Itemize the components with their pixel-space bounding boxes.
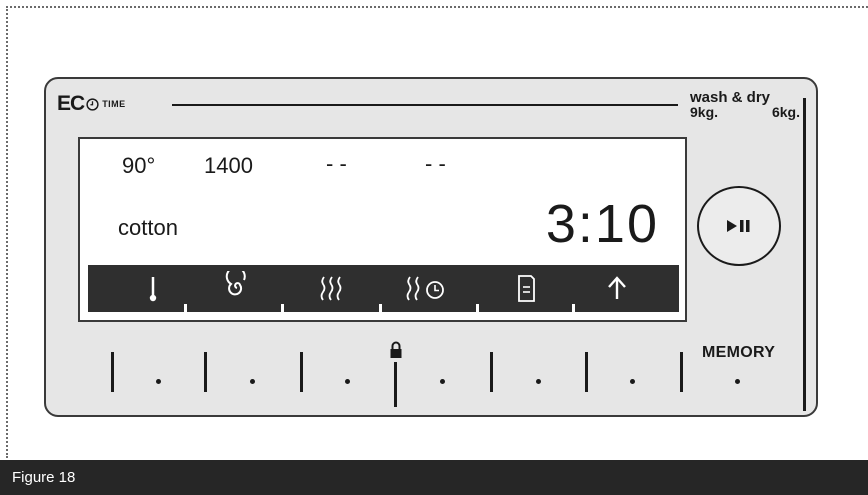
button-divider xyxy=(300,352,303,392)
option-a-readout: - - xyxy=(326,151,347,176)
steam-dry-icon xyxy=(320,276,342,301)
header-rule xyxy=(172,104,678,106)
temperature-readout: 90° xyxy=(122,153,156,178)
eco-time-label: TIME xyxy=(102,99,126,109)
option-button-1[interactable] xyxy=(156,379,161,384)
icon-separator xyxy=(281,304,284,312)
option-b-readout: - - xyxy=(425,151,446,176)
option-button-4[interactable] xyxy=(440,379,445,384)
button-divider xyxy=(111,352,114,392)
start-pause-button[interactable] xyxy=(697,186,781,266)
spin-speed-readout: 1400 xyxy=(204,153,253,178)
timed-dry-icon xyxy=(406,276,444,301)
button-divider xyxy=(680,352,683,392)
eco-time-logo: EC TIME xyxy=(57,92,126,115)
lock-icon xyxy=(390,341,402,358)
up-arrow-icon xyxy=(608,276,626,299)
icon-separator xyxy=(572,304,575,312)
clock-icon xyxy=(86,97,99,111)
thermometer-icon xyxy=(149,277,157,302)
document-icon xyxy=(518,275,535,302)
option-button-6[interactable] xyxy=(630,379,635,384)
spin-spiral-icon xyxy=(225,271,246,296)
capacity-label: wash & dry 9kg. 6kg. xyxy=(690,90,808,120)
dry-capacity: 6kg. xyxy=(771,104,800,120)
option-button-3[interactable] xyxy=(345,379,350,384)
play-pause-icon xyxy=(727,220,750,232)
icon-separator xyxy=(184,304,187,312)
icon-separator xyxy=(379,304,382,312)
option-button-5[interactable] xyxy=(536,379,541,384)
time-readout: 3:10 xyxy=(545,194,659,254)
icon-bar xyxy=(88,265,679,312)
program-readout: cotton xyxy=(118,215,178,240)
right-divider xyxy=(803,98,806,411)
option-button-2[interactable] xyxy=(250,379,255,384)
icon-separator xyxy=(476,304,479,312)
button-divider xyxy=(490,352,493,392)
memory-label: MEMORY xyxy=(702,344,776,361)
memory-button[interactable] xyxy=(735,379,740,384)
figure-caption: Figure 18 xyxy=(0,460,868,495)
caption-text: Figure 18 xyxy=(12,469,76,486)
capacity-title: wash & dry xyxy=(690,89,771,106)
wash-capacity: 9kg. xyxy=(690,104,719,120)
eco-brand-text: EC xyxy=(57,92,85,115)
button-divider xyxy=(585,352,588,392)
child-lock-divider[interactable] xyxy=(394,362,397,407)
lcd-display: 90° 1400 - - - - cotton 3:10 xyxy=(78,137,687,322)
button-divider xyxy=(204,352,207,392)
